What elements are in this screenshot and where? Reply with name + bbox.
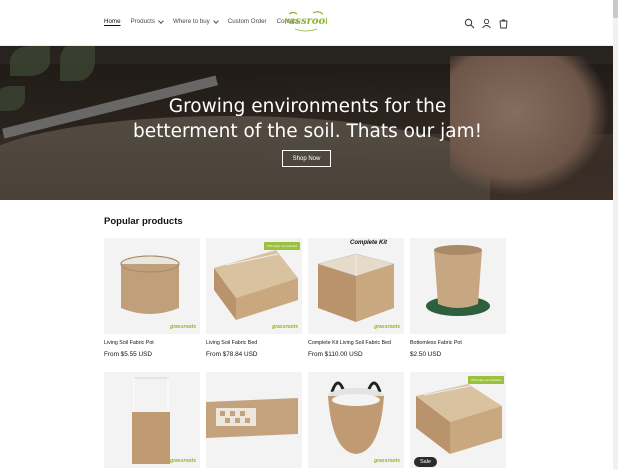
handle-pot-image [328,381,384,454]
round-fabric-pot-image [120,255,180,314]
product-image[interactable]: PVC pipe not included [410,372,506,468]
product-name[interactable]: Complete Kit Living Soil Fabric Bed [308,340,404,346]
product-logo-watermark: grassroots [170,458,196,464]
shop-now-button[interactable]: Shop Now [282,150,331,167]
account-icon[interactable] [481,16,492,29]
product-image[interactable] [410,238,506,334]
product-card[interactable]: PVC pipe not included grassroots Living … [206,238,302,358]
complete-kit-image [317,253,395,322]
nav-custom-order[interactable]: Custom Order [228,18,267,25]
main-nav: Home Products Where to buy Custom Order … [104,17,308,25]
product-logo-watermark: grassroots [272,324,298,330]
product-logo-watermark: grassroots [170,324,196,330]
product-card[interactable]: Complete Kit grassroots Complete Kit Liv… [308,238,404,358]
product-name[interactable]: Living Soil Fabric Pot [104,340,200,346]
product-image[interactable]: grassroots [104,372,200,468]
product-card[interactable]: grassroots [308,372,404,468]
nav-products-label: Products [130,18,155,25]
product-price: From $5.55 USD [104,351,152,358]
product-price: From $110.00 USD [308,351,363,358]
nav-home-label: Home [104,18,121,25]
tall-frame-pot-image [132,377,170,464]
product-price: From $78.84 USD [206,351,258,358]
search-icon[interactable] [464,16,475,29]
bottomless-pot-image [426,245,490,316]
pvc-pipe-tag: PVC pipe not included [264,242,300,250]
product-image[interactable]: PVC pipe not included grassroots [206,238,302,334]
hero-banner: Growing environments for the betterment … [0,46,613,200]
site-header: Home Products Where to buy Custom Order … [0,0,613,46]
cart-icon[interactable] [498,16,509,29]
product-name[interactable]: Living Soil Fabric Bed [206,340,302,346]
nav-where-to-buy-label: Where to buy [172,18,210,25]
product-card[interactable] [206,372,302,468]
product-name[interactable]: Bottomless Fabric Pot [410,340,506,346]
product-logo-watermark: grassroots [374,324,400,330]
nav-products[interactable]: Products [130,17,164,25]
product-price: $2.50 USD [410,351,442,358]
scrollbar-thumb[interactable] [613,0,618,18]
header-actions [464,16,509,29]
pvc-pipe-tag: PVC pipe not included [468,376,504,384]
nav-where-to-buy[interactable]: Where to buy [172,17,219,25]
complete-kit-label: Complete Kit [350,240,388,246]
fabric-bed-2-image [416,384,502,454]
hero-heading-line1: Growing environments for the [168,96,447,117]
section-title: Popular products [104,216,183,227]
site-logo[interactable]: grassroots [277,11,336,33]
svg-text:grassroots: grassroots [285,16,327,27]
product-card[interactable]: grassroots Living Soil Fabric Pot From $… [104,238,200,358]
page-scrollbar[interactable] [613,0,618,470]
nav-home[interactable]: Home [104,18,121,25]
flat-fabric-panel-image [206,398,298,438]
sale-badge: Sale [414,457,438,467]
logo-graphic: grassroots [277,11,336,32]
product-image[interactable]: grassroots [104,238,200,334]
product-card[interactable]: grassroots [104,372,200,468]
nav-custom-order-label: Custom Order [227,18,267,25]
chevron-down-icon [158,17,164,24]
product-card[interactable]: Bottomless Fabric Pot $2.50 USD [410,238,506,358]
product-card[interactable]: PVC pipe not included [410,372,506,468]
product-image[interactable]: grassroots [308,372,404,468]
fabric-bed-image [214,250,298,320]
hero-heading-line2: betterment of the soil. Thats our jam! [132,121,483,142]
product-logo-watermark: grassroots [374,458,400,464]
product-image[interactable]: Complete Kit grassroots [308,238,404,334]
chevron-down-icon [212,17,219,24]
hero-heading: Growing environments for the betterment … [120,94,495,144]
product-image[interactable] [206,372,302,468]
